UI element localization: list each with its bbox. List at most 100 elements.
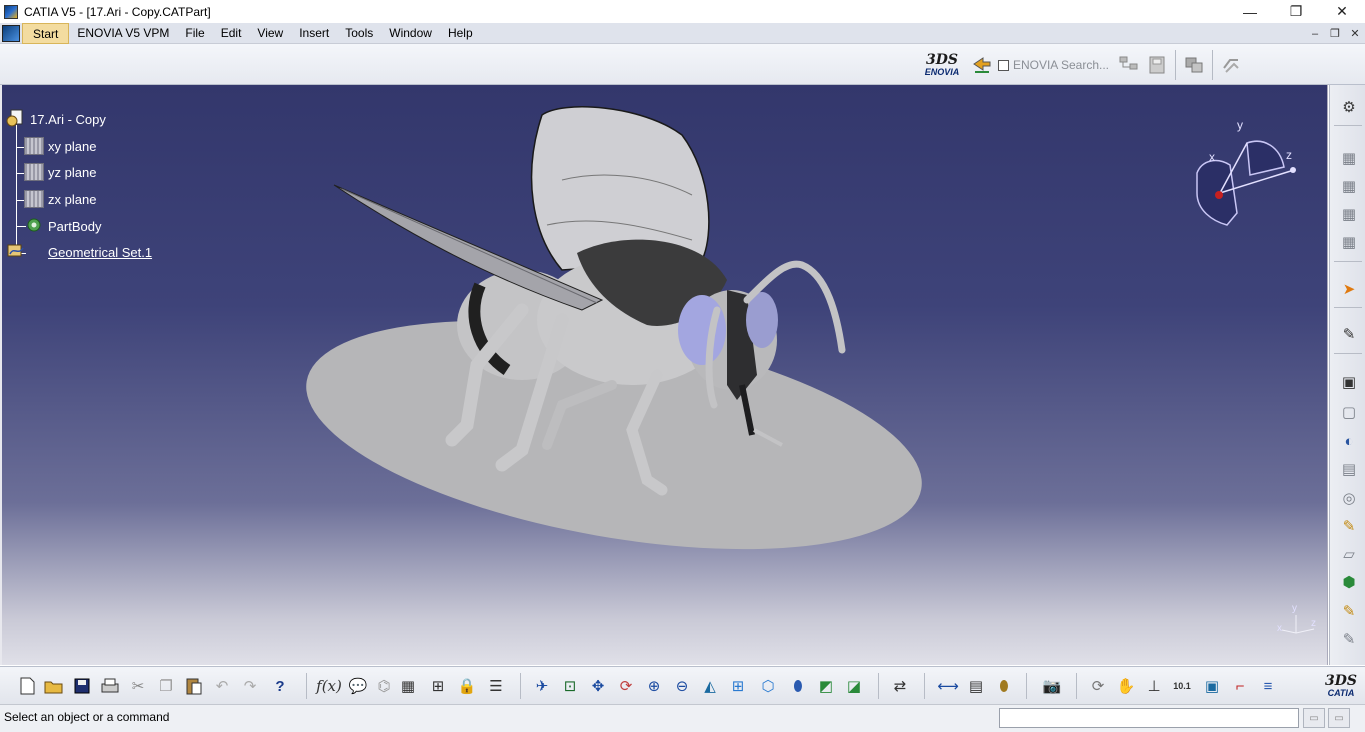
tree-item-zx-plane[interactable]: zx plane xyxy=(24,189,96,209)
slot-icon[interactable]: ▱ xyxy=(1337,543,1361,565)
command-input[interactable] xyxy=(999,708,1299,728)
lock-icon[interactable]: 🔒 xyxy=(455,675,479,697)
measure-item-icon[interactable]: ▤ xyxy=(964,675,988,697)
enovia-sync-icon[interactable] xyxy=(1217,51,1245,79)
isometric-view-icon[interactable]: ⬡ xyxy=(756,675,780,697)
groove-icon[interactable]: ▤ xyxy=(1337,458,1361,480)
menu-tools[interactable]: Tools xyxy=(337,23,381,44)
capture-camera-icon[interactable]: 📷 xyxy=(1040,675,1064,697)
knowledge-icon[interactable]: ⌬ xyxy=(372,675,396,697)
enovia-search-checkbox[interactable] xyxy=(997,59,1009,71)
parameters-icon[interactable]: ☰ xyxy=(484,675,508,697)
toolbar-separator xyxy=(1026,673,1027,699)
enovia-connect-icon[interactable] xyxy=(968,51,996,79)
rib-icon[interactable]: ✎ xyxy=(1337,515,1361,537)
3d-viewport[interactable]: y x z y x z 17.Ari - Copy xy plane yz pl… xyxy=(0,85,1328,665)
status-button-2[interactable]: ▭ xyxy=(1328,708,1350,728)
save-icon[interactable] xyxy=(70,675,94,697)
scale-icon[interactable]: 10.1 xyxy=(1170,675,1194,697)
model-canvas[interactable] xyxy=(2,85,1328,665)
doc-close-button[interactable]: ✕ xyxy=(1345,23,1365,44)
maximize-button[interactable]: ❐ xyxy=(1273,0,1319,23)
pan-icon[interactable]: ✥ xyxy=(586,675,610,697)
workbench-icon[interactable] xyxy=(1180,51,1208,79)
cut-icon[interactable]: ✂ xyxy=(126,675,150,697)
multi-body-icon[interactable]: ▦ xyxy=(1337,203,1361,225)
tree-item-yz-plane[interactable]: yz plane xyxy=(24,162,96,182)
normal-view-icon[interactable]: ◭ xyxy=(698,675,722,697)
doc-minimize-button[interactable]: – xyxy=(1305,23,1325,44)
zoom-in-icon[interactable]: ⊕ xyxy=(642,675,666,697)
doc-restore-button[interactable]: ❐ xyxy=(1325,23,1345,44)
geometrical-set-icon xyxy=(7,243,44,261)
print-icon[interactable] xyxy=(98,675,122,697)
hand-grab-icon[interactable]: ✋ xyxy=(1114,675,1138,697)
graph-tree-icon[interactable]: ⊞ xyxy=(426,675,450,697)
fit-all-icon[interactable]: ⊡ xyxy=(558,675,582,697)
close-button[interactable]: ✕ xyxy=(1319,0,1365,23)
compass-label-x: x xyxy=(1209,150,1215,164)
transform-icon[interactable]: ✎ xyxy=(1337,628,1361,650)
compass-label-z: z xyxy=(1286,148,1292,162)
sketcher-icon[interactable]: ✎ xyxy=(1337,323,1361,345)
grid-icon[interactable]: ▣ xyxy=(1200,675,1224,697)
menu-edit[interactable]: Edit xyxy=(213,23,250,44)
open-folder-icon[interactable] xyxy=(42,675,66,697)
table-icon[interactable]: ▦ xyxy=(396,675,420,697)
swap-visible-space-icon[interactable]: ◪ xyxy=(842,675,866,697)
tree-item-geometrical-set[interactable]: + Geometrical Set.1 xyxy=(6,242,152,262)
tree-item-xy-plane[interactable]: xy plane xyxy=(24,136,96,156)
enovia-logo[interactable]: 3DS ENOVIA xyxy=(916,48,968,82)
pocket-icon[interactable]: ▢ xyxy=(1337,401,1361,423)
measure-inertia-icon[interactable]: ⬮ xyxy=(992,675,1016,697)
copy-icon[interactable]: ❐ xyxy=(154,675,178,697)
document-menu-icon[interactable] xyxy=(2,24,20,42)
minimize-button[interactable]: — xyxy=(1227,0,1273,23)
menu-start[interactable]: Start xyxy=(22,22,70,44)
undo-icon[interactable]: ↶ xyxy=(210,675,234,697)
enovia-save-icon[interactable] xyxy=(1143,51,1171,79)
paste-icon[interactable] xyxy=(182,675,206,697)
new-body-icon[interactable]: ▦ xyxy=(1337,175,1361,197)
rotate-icon[interactable]: ⟳ xyxy=(614,675,638,697)
shading-icon[interactable]: ⬮ xyxy=(786,675,810,697)
multi-view-icon[interactable]: ⊞ xyxy=(726,675,750,697)
tree-root[interactable]: 17.Ari - Copy xyxy=(6,109,106,129)
pad-icon[interactable]: ▣ xyxy=(1337,371,1361,393)
status-message: Select an object or a command xyxy=(4,710,170,724)
formula-icon[interactable]: f(x) xyxy=(316,675,342,697)
fly-mode-icon[interactable]: ✈ xyxy=(530,675,554,697)
menu-insert[interactable]: Insert xyxy=(291,23,337,44)
tree-item-partbody[interactable]: PartBody xyxy=(24,216,101,236)
axis-system-icon[interactable]: ⊥ xyxy=(1142,675,1166,697)
menu-file[interactable]: File xyxy=(177,23,212,44)
menu-window[interactable]: Window xyxy=(381,23,440,44)
select-arrow-icon[interactable]: ➤ xyxy=(1337,278,1361,300)
whats-this-help-icon[interactable]: ? xyxy=(268,675,292,697)
snap-icon[interactable]: ⌐ xyxy=(1228,675,1252,697)
multi-section-solid-icon[interactable]: ⬢ xyxy=(1337,571,1361,593)
enovia-tree-icon[interactable] xyxy=(1115,51,1143,79)
enovia-search-toggle[interactable]: ENOVIA Search... xyxy=(997,58,1109,72)
menu-view[interactable]: View xyxy=(249,23,291,44)
hide-show-icon[interactable]: ◩ xyxy=(814,675,838,697)
settings-gear-icon[interactable]: ⚙ xyxy=(1337,96,1361,118)
measure-between-icon[interactable]: ⟷ xyxy=(936,675,960,697)
menu-help[interactable]: Help xyxy=(440,23,481,44)
menu-enovia-v5-vpm[interactable]: ENOVIA V5 VPM xyxy=(69,23,177,44)
hole-icon[interactable]: ◎ xyxy=(1337,487,1361,509)
zoom-out-icon[interactable]: ⊖ xyxy=(670,675,694,697)
new-file-icon[interactable] xyxy=(15,675,39,697)
dress-up-icon[interactable]: ✎ xyxy=(1337,600,1361,622)
layers-icon[interactable]: ≡ xyxy=(1256,675,1280,697)
shaft-icon[interactable]: ◐ xyxy=(1337,430,1361,452)
body-assemble-icon[interactable]: ▦ xyxy=(1337,231,1361,253)
update-icon[interactable]: ⇄ xyxy=(888,675,912,697)
status-button-1[interactable]: ▭ xyxy=(1303,708,1325,728)
refresh-icon[interactable]: ⟳ xyxy=(1086,675,1110,697)
redo-icon[interactable]: ↷ xyxy=(238,675,262,697)
product-insert-icon[interactable]: ▦ xyxy=(1337,147,1361,169)
comment-icon[interactable]: 💬 xyxy=(346,675,370,697)
catia-logo[interactable]: 3DS CATIA xyxy=(1321,669,1361,703)
catia-app-icon[interactable] xyxy=(4,4,18,19)
